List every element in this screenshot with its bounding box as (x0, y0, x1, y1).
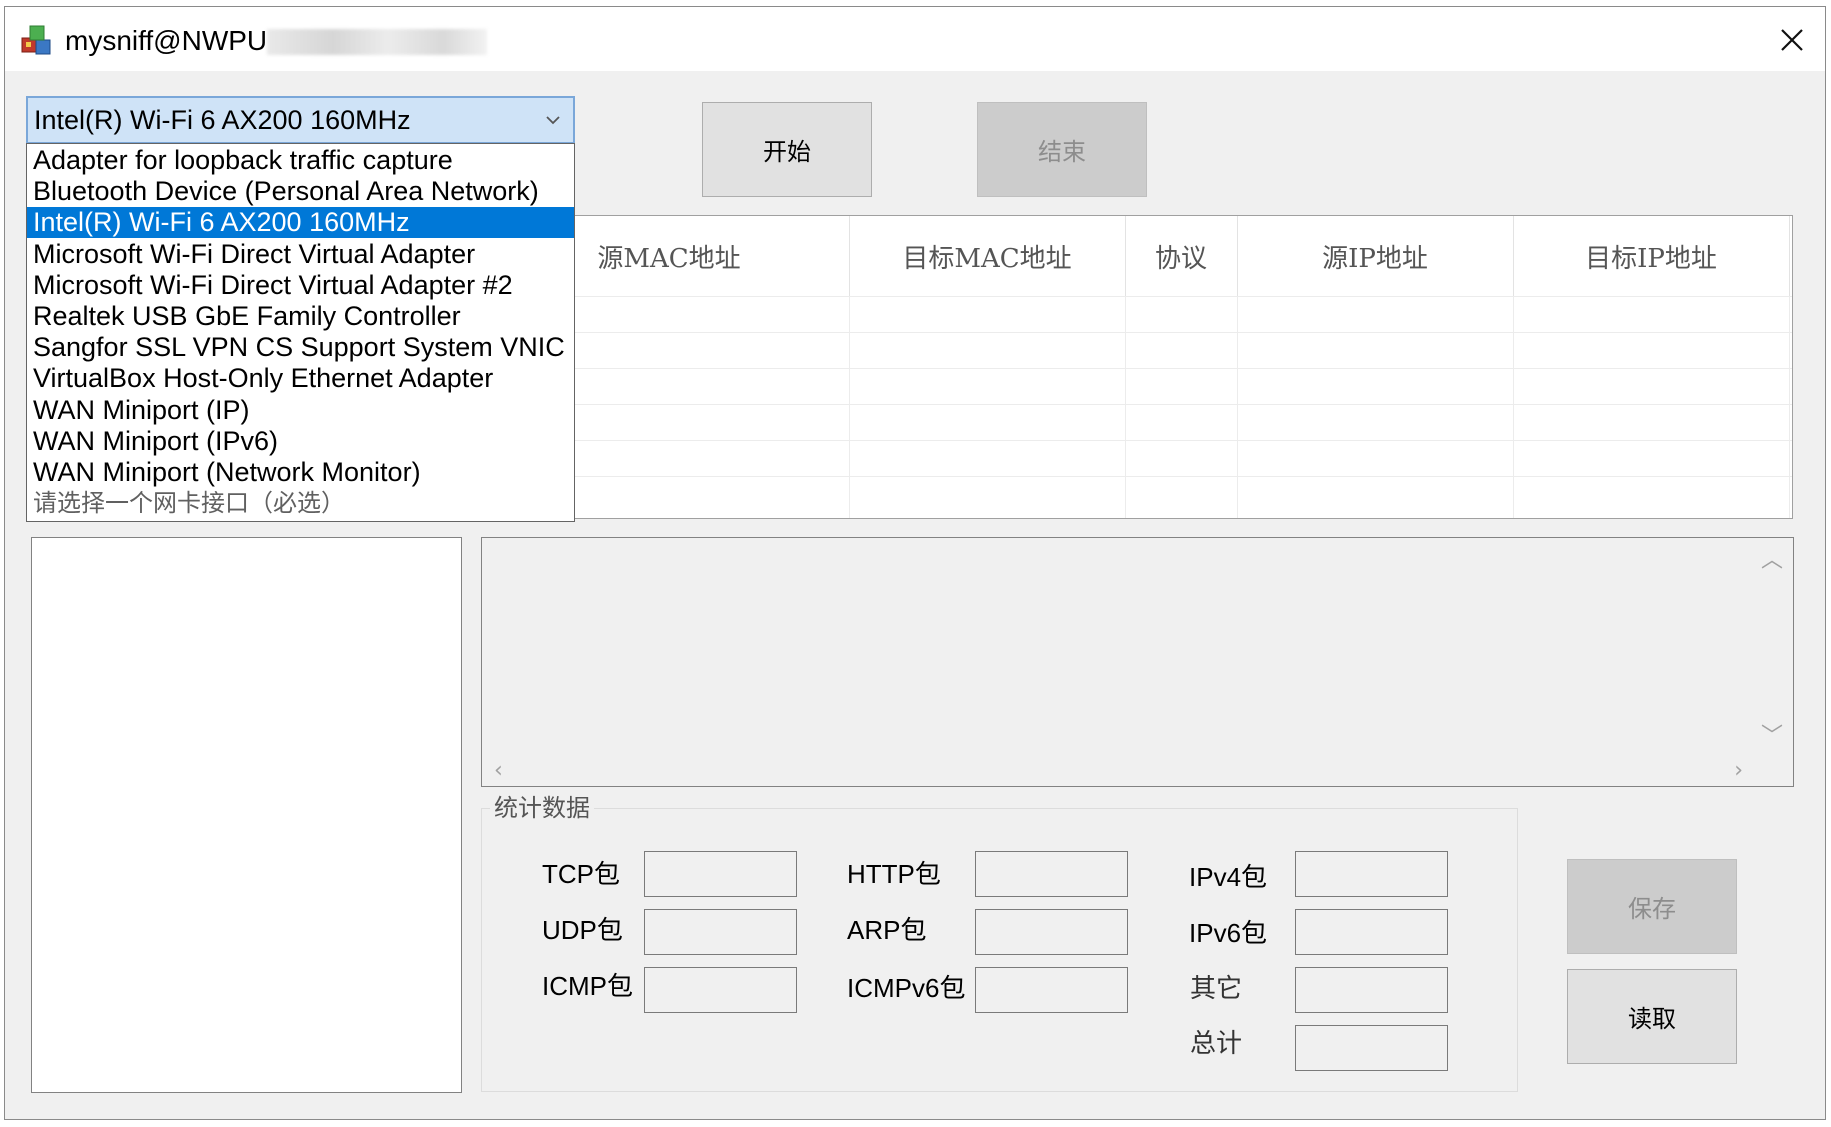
table-col-divider (1513, 296, 1514, 518)
adapter-select[interactable]: Intel(R) Wi-Fi 6 AX200 160MHz (26, 96, 575, 144)
table-row-divider (489, 404, 1792, 405)
table-row-divider (489, 368, 1792, 369)
ipv4-count-field[interactable] (1295, 851, 1448, 897)
ipv4-label: IPv4包 (1189, 862, 1268, 892)
icmp-label: ICMP包 (542, 971, 634, 1001)
title-bar: mysniff@NWPU (5, 7, 1825, 71)
scroll-down-icon[interactable]: ﹀ (1761, 726, 1783, 748)
tcp-label: TCP包 (542, 859, 621, 889)
column-header-dst-ip[interactable]: 目标IP地址 (1513, 216, 1790, 296)
adapter-option[interactable]: Sangfor SSL VPN CS Support System VNIC (27, 332, 574, 363)
table-row-divider (489, 476, 1792, 477)
total-label: 总计 (1190, 1029, 1243, 1059)
table-col-divider (849, 296, 850, 518)
column-header-src-ip[interactable]: 源IP地址 (1237, 216, 1514, 296)
adapter-option-placeholder[interactable]: 请选择一个网卡接口（必选） (27, 488, 574, 519)
icmp-count-field[interactable] (644, 967, 797, 1013)
adapter-option[interactable]: WAN Miniport (IP) (27, 395, 574, 426)
udp-count-field[interactable] (644, 909, 797, 955)
tcp-count-field[interactable] (644, 851, 797, 897)
adapter-option-selected[interactable]: Intel(R) Wi-Fi 6 AX200 160MHz (27, 207, 574, 238)
udp-label: UDP包 (542, 915, 623, 945)
packet-detail-textbox[interactable]: ︿ ﹀ ‹ › (481, 537, 1794, 787)
table-row-divider (489, 332, 1792, 333)
other-count-field[interactable] (1295, 967, 1448, 1013)
table-col-divider (1789, 296, 1790, 518)
column-header-dst-mac[interactable]: 目标MAC地址 (849, 216, 1126, 296)
table-row-divider (489, 440, 1792, 441)
adapter-option[interactable]: WAN Miniport (IPv6) (27, 426, 574, 457)
http-count-field[interactable] (975, 851, 1128, 897)
redacted-title-region (267, 29, 487, 55)
icmpv6-count-field[interactable] (975, 967, 1128, 1013)
table-col-divider (1237, 296, 1238, 518)
close-icon (1781, 29, 1803, 51)
total-count-field[interactable] (1295, 1025, 1448, 1071)
read-button[interactable]: 读取 (1567, 969, 1737, 1064)
adapter-option[interactable]: Adapter for loopback traffic capture (27, 145, 574, 176)
stop-button[interactable]: 结束 (977, 102, 1147, 197)
save-button[interactable]: 保存 (1567, 859, 1737, 954)
column-header-protocol[interactable]: 协议 (1125, 216, 1238, 296)
adapter-option[interactable]: Realtek USB GbE Family Controller (27, 301, 574, 332)
window-title: mysniff@NWPU (65, 25, 268, 56)
arp-count-field[interactable] (975, 909, 1128, 955)
icmpv6-label: ICMPv6包 (847, 973, 966, 1003)
adapter-option[interactable]: Microsoft Wi-Fi Direct Virtual Adapter (27, 239, 574, 270)
packet-list-box[interactable] (31, 537, 462, 1093)
other-label: 其它 (1190, 974, 1243, 1004)
packet-table[interactable]: 源MAC地址 目标MAC地址 协议 源IP地址 目标IP地址 (488, 215, 1793, 519)
adapter-option[interactable]: Microsoft Wi-Fi Direct Virtual Adapter #… (27, 270, 574, 301)
adapter-option[interactable]: VirtualBox Host-Only Ethernet Adapter (27, 363, 574, 394)
app-icon (20, 24, 56, 58)
ipv6-label: IPv6包 (1189, 918, 1268, 948)
adapter-option[interactable]: WAN Miniport (Network Monitor) (27, 457, 574, 488)
http-label: HTTP包 (847, 859, 941, 889)
chevron-down-icon (546, 116, 560, 125)
adapter-dropdown-list[interactable]: Adapter for loopback traffic capture Blu… (26, 143, 575, 522)
stats-group-title: 统计数据 (490, 793, 594, 823)
arp-label: ARP包 (847, 915, 927, 945)
scroll-left-icon[interactable]: ‹ (494, 760, 503, 782)
scroll-right-icon[interactable]: › (1734, 760, 1743, 782)
start-button[interactable]: 开始 (702, 102, 872, 197)
table-row-divider (489, 296, 1792, 297)
ipv6-count-field[interactable] (1295, 909, 1448, 955)
close-button[interactable] (1767, 15, 1817, 65)
adapter-option[interactable]: Bluetooth Device (Personal Area Network) (27, 176, 574, 207)
table-col-divider (1125, 296, 1126, 518)
adapter-select-value: Intel(R) Wi-Fi 6 AX200 160MHz (34, 104, 411, 135)
scroll-up-icon[interactable]: ︿ (1761, 550, 1783, 572)
